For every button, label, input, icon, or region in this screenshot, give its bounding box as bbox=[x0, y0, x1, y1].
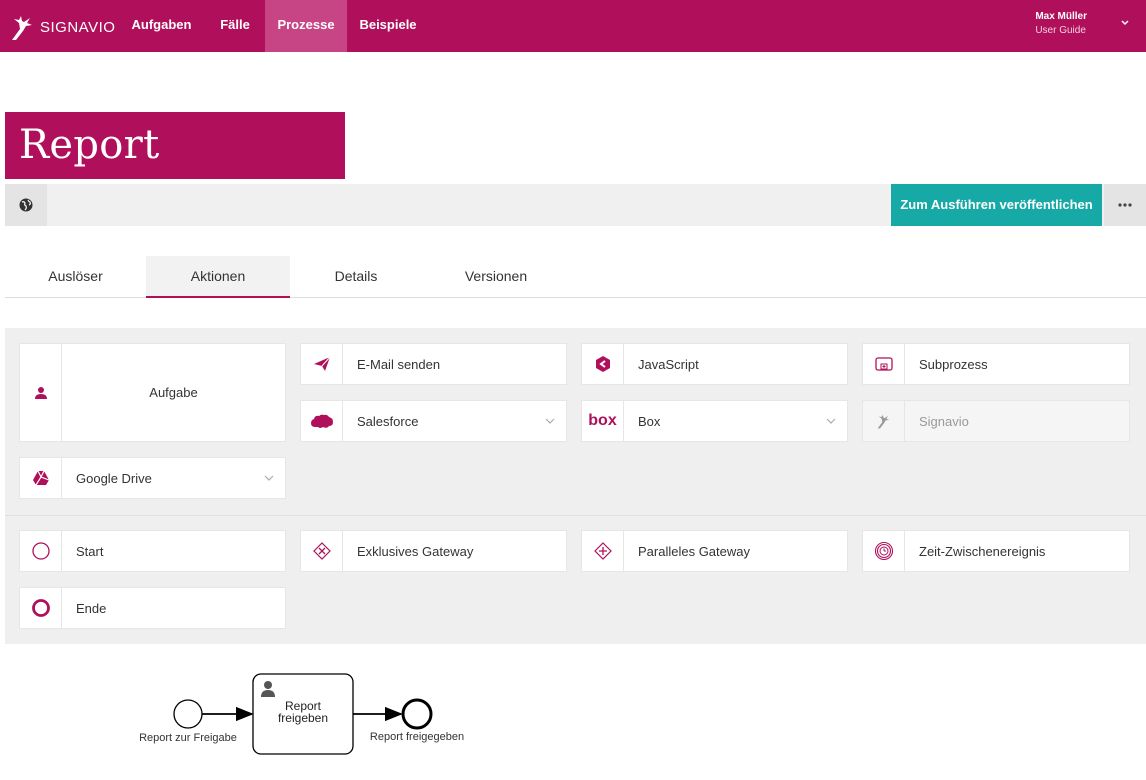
send-mail-icon bbox=[313, 356, 330, 371]
tab-aktionen[interactable]: Aktionen bbox=[146, 256, 290, 298]
signavio-logo[interactable]: SIGNAVIO bbox=[10, 12, 115, 42]
more-options-button[interactable] bbox=[1104, 184, 1146, 226]
diagram-end-event[interactable] bbox=[401, 698, 433, 730]
action-label: Salesforce bbox=[357, 413, 419, 429]
publish-button[interactable]: Zum Ausführen veröffentlichen bbox=[891, 184, 1102, 226]
brand-name: SIGNAVIO bbox=[40, 18, 116, 36]
event-exklusives-gateway[interactable]: Exklusives Gateway bbox=[300, 530, 567, 572]
process-toolbar: Zum Ausführen veröffentlichen bbox=[5, 184, 1146, 226]
chevron-down-icon bbox=[545, 418, 555, 424]
events-panel: Start Exklusives Gateway Paralleles Gate… bbox=[5, 515, 1146, 644]
chevron-down-icon bbox=[264, 475, 274, 481]
user-task-icon bbox=[34, 386, 47, 399]
action-label: E-Mail senden bbox=[357, 356, 441, 372]
nav-item-prozesse[interactable]: Prozesse bbox=[265, 0, 347, 52]
diagram-end-label: Report freigegeben bbox=[369, 731, 465, 743]
javascript-icon bbox=[595, 356, 610, 372]
start-event-icon bbox=[31, 542, 50, 560]
user-subtitle: User Guide bbox=[1035, 25, 1086, 36]
process-diagram bbox=[173, 673, 433, 755]
nav-item-faelle[interactable]: Fälle bbox=[206, 0, 264, 52]
globe-button[interactable] bbox=[5, 184, 47, 226]
action-label: Google Drive bbox=[76, 470, 152, 486]
event-label: Paralleles Gateway bbox=[638, 543, 750, 559]
top-navigation-bar: SIGNAVIO Aufgaben Fälle Prozesse Beispie… bbox=[0, 0, 1146, 52]
action-google-drive[interactable]: Google Drive bbox=[19, 457, 286, 499]
subprocess-icon bbox=[874, 357, 893, 371]
user-menu[interactable]: Max Müller User Guide bbox=[1035, 11, 1087, 36]
tab-versionen[interactable]: Versionen bbox=[425, 256, 567, 298]
action-email[interactable]: E-Mail senden bbox=[300, 343, 567, 385]
action-signavio: Signavio bbox=[862, 400, 1130, 442]
diagram-task-label: Report freigeben bbox=[277, 699, 329, 725]
event-label: Ende bbox=[76, 600, 107, 616]
action-label: Subprozess bbox=[919, 356, 988, 372]
event-zeit-zwischenereignis[interactable]: Zeit-Zwischenereignis bbox=[862, 530, 1130, 572]
tab-details[interactable]: Details bbox=[290, 256, 422, 298]
nav-item-beispiele[interactable]: Beispiele bbox=[350, 0, 426, 52]
action-salesforce[interactable]: Salesforce bbox=[300, 400, 567, 442]
globe-icon bbox=[19, 198, 33, 212]
end-event-icon bbox=[31, 599, 50, 617]
more-dots-icon bbox=[1118, 203, 1132, 207]
signavio-deer-icon bbox=[877, 414, 889, 429]
action-label: Box bbox=[638, 413, 661, 429]
exclusive-gateway-icon bbox=[312, 542, 331, 560]
page-title: Report freigeben bbox=[5, 112, 345, 235]
google-drive-icon bbox=[32, 470, 49, 486]
user-name: Max Müller bbox=[1035, 11, 1087, 22]
action-subprozess[interactable]: Subprozess bbox=[862, 343, 1130, 385]
box-logo-icon: box bbox=[588, 412, 617, 429]
actions-panel: Aufgabe E-Mail senden JavaScript Subproz… bbox=[5, 328, 1146, 515]
tab-ausloeser[interactable]: Auslöser bbox=[5, 256, 146, 298]
diagram-start-event[interactable] bbox=[173, 699, 203, 729]
event-ende[interactable]: Ende bbox=[19, 587, 286, 629]
event-label: Start bbox=[76, 543, 104, 559]
action-label: Signavio bbox=[919, 413, 969, 429]
action-label: JavaScript bbox=[638, 356, 699, 372]
event-start[interactable]: Start bbox=[19, 530, 286, 572]
event-label: Zeit-Zwischenereignis bbox=[919, 543, 1046, 559]
nav-item-aufgaben[interactable]: Aufgaben bbox=[121, 0, 202, 52]
action-javascript[interactable]: JavaScript bbox=[581, 343, 848, 385]
salesforce-cloud-icon bbox=[310, 414, 333, 428]
chevron-down-icon[interactable] bbox=[1120, 18, 1130, 28]
event-paralleles-gateway[interactable]: Paralleles Gateway bbox=[581, 530, 848, 572]
chevron-down-icon bbox=[826, 418, 836, 424]
event-label: Exklusives Gateway bbox=[357, 543, 474, 559]
diagram-start-label: Report zur Freigabe bbox=[139, 732, 237, 744]
parallel-gateway-icon bbox=[593, 542, 612, 560]
deer-logo-icon bbox=[12, 16, 32, 40]
tab-bar: Auslöser Aktionen Details Versionen bbox=[5, 256, 1146, 298]
action-aufgabe[interactable]: Aufgabe bbox=[19, 343, 286, 442]
action-label: Aufgabe bbox=[149, 385, 198, 400]
action-box[interactable]: box Box bbox=[581, 400, 848, 442]
timer-event-icon bbox=[874, 541, 893, 561]
